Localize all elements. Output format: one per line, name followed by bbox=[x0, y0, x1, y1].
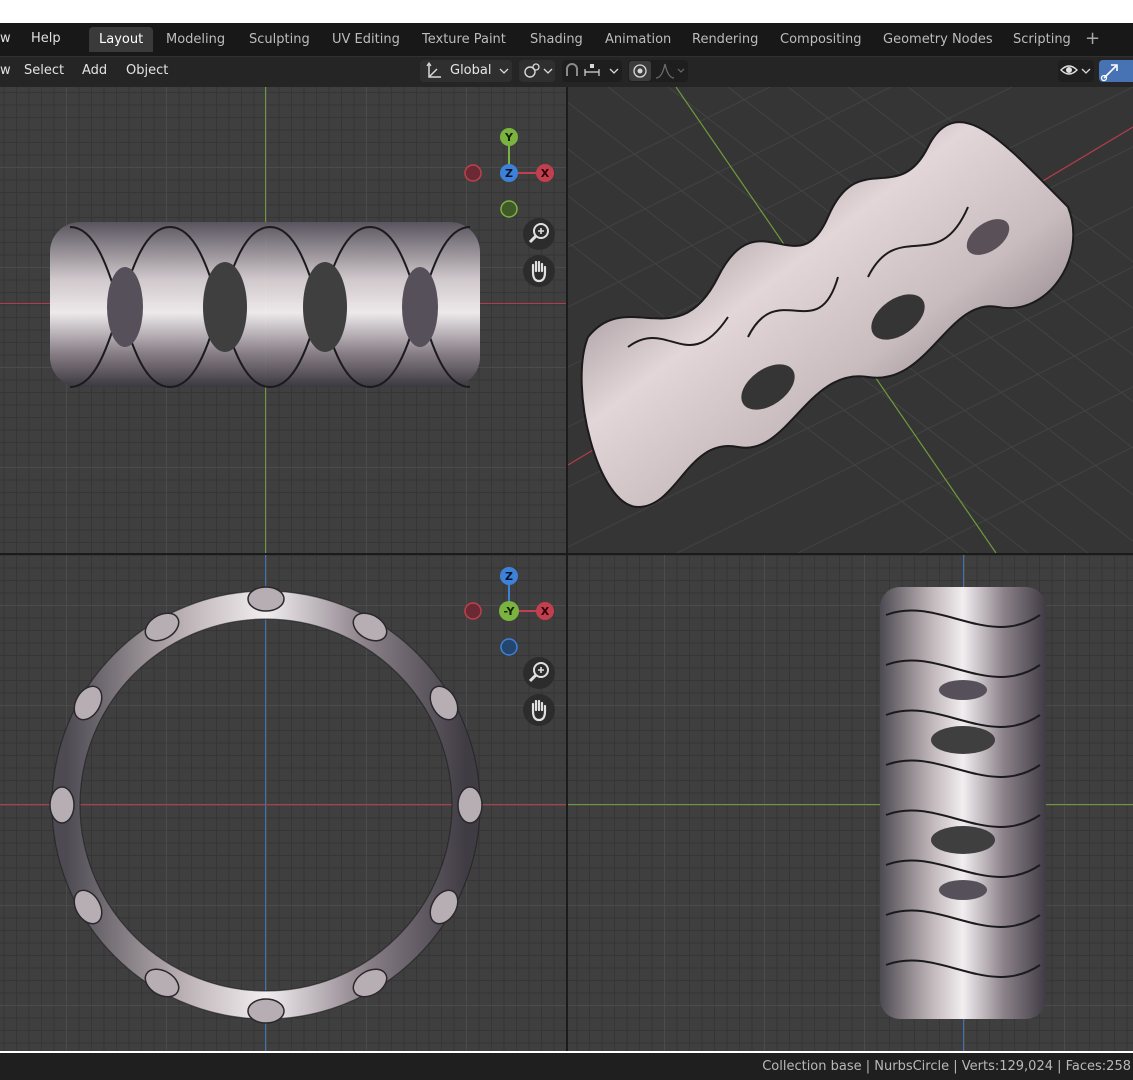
menu-help[interactable]: Help bbox=[31, 31, 61, 46]
tab-compositing[interactable]: Compositing bbox=[770, 27, 872, 52]
pivot-point-icon bbox=[524, 63, 553, 78]
gizmo-toggle[interactable] bbox=[1099, 60, 1133, 82]
menu-add[interactable]: Add bbox=[82, 63, 107, 78]
gizmo-toggle-icon bbox=[1100, 64, 1118, 82]
tab-geometry-nodes[interactable]: Geometry Nodes bbox=[873, 27, 1003, 52]
gizmo-neg-z-axis[interactable] bbox=[500, 638, 518, 656]
tab-sculpting[interactable]: Sculpting bbox=[239, 27, 320, 52]
add-workspace-button[interactable]: + bbox=[1085, 29, 1100, 49]
orientation-label: Global bbox=[450, 63, 492, 78]
tab-uv-editing[interactable]: UV Editing bbox=[322, 27, 410, 52]
proportional-editing-icon bbox=[629, 61, 685, 81]
gizmo-neg-x-axis[interactable] bbox=[464, 164, 482, 182]
proportional-editing-toggle[interactable] bbox=[628, 60, 688, 82]
visibility-dropdown[interactable] bbox=[1058, 60, 1094, 82]
tab-layout[interactable]: Layout bbox=[89, 27, 154, 52]
menu-object[interactable]: Object bbox=[126, 63, 168, 78]
gizmo-label-y: Y bbox=[504, 131, 514, 144]
transform-orientation-icon bbox=[426, 61, 441, 78]
chevron-down-icon bbox=[499, 68, 509, 74]
navigation-gizmo[interactable]: Y Z X bbox=[459, 123, 559, 223]
navigation-gizmo[interactable]: Z -Y X bbox=[459, 561, 559, 661]
pivot-point-dropdown[interactable] bbox=[519, 60, 555, 82]
hand-pan-icon bbox=[531, 699, 547, 722]
magnifier-zoom-icon bbox=[528, 662, 549, 683]
menu-select[interactable]: Select bbox=[24, 63, 64, 78]
gizmo-label-x: X bbox=[541, 167, 550, 180]
tab-shading[interactable]: Shading bbox=[520, 27, 593, 52]
transform-orientation-dropdown[interactable]: Global bbox=[420, 60, 512, 82]
pan-button[interactable] bbox=[523, 694, 555, 726]
tab-texture-paint[interactable]: Texture Paint bbox=[412, 27, 516, 52]
viewport-perspective[interactable] bbox=[568, 87, 1133, 553]
snap-icon bbox=[566, 63, 619, 76]
twisted-ring-perspective-view bbox=[580, 121, 1075, 509]
zoom-button[interactable] bbox=[523, 657, 555, 689]
pan-button[interactable] bbox=[523, 255, 555, 287]
viewport-top[interactable]: Z -Y X bbox=[0, 555, 566, 1051]
perspective-grid bbox=[568, 87, 1133, 553]
gizmo-label-z: Z bbox=[505, 167, 513, 180]
status-bar: Collection base | NurbsCircle | Verts:12… bbox=[0, 1053, 1133, 1080]
gizmo-neg-y-axis[interactable] bbox=[500, 200, 518, 218]
tab-animation[interactable]: Animation bbox=[595, 27, 681, 52]
gizmo-label-x: X bbox=[541, 605, 550, 618]
menu-window[interactable]: w bbox=[0, 31, 11, 46]
hand-pan-icon bbox=[531, 260, 547, 283]
tab-rendering[interactable]: Rendering bbox=[682, 27, 768, 52]
gizmo-label-neg-y: -Y bbox=[504, 605, 516, 618]
zoom-button[interactable] bbox=[523, 218, 555, 250]
workspace-topbar: w Help Layout Modeling Sculpting UV Edit… bbox=[0, 23, 1133, 56]
tab-scripting[interactable]: Scripting bbox=[1003, 27, 1081, 52]
eye-icon bbox=[1060, 65, 1091, 75]
scene-statistics: Collection base | NurbsCircle | Verts:12… bbox=[762, 1059, 1131, 1074]
gizmo-neg-x-axis[interactable] bbox=[464, 602, 482, 620]
twisted-ring-side-view bbox=[880, 587, 1046, 1019]
viewport-side[interactable] bbox=[568, 555, 1133, 1051]
gizmo-label-z: Z bbox=[505, 570, 513, 583]
snap-toggle[interactable] bbox=[562, 60, 622, 82]
magnifier-zoom-icon bbox=[528, 223, 549, 244]
tab-modeling[interactable]: Modeling bbox=[156, 27, 235, 52]
viewport-front[interactable]: Y Z X bbox=[0, 87, 566, 553]
viewport-header: w Select Add Object Global bbox=[0, 56, 1133, 87]
menu-view[interactable]: w bbox=[0, 63, 11, 78]
